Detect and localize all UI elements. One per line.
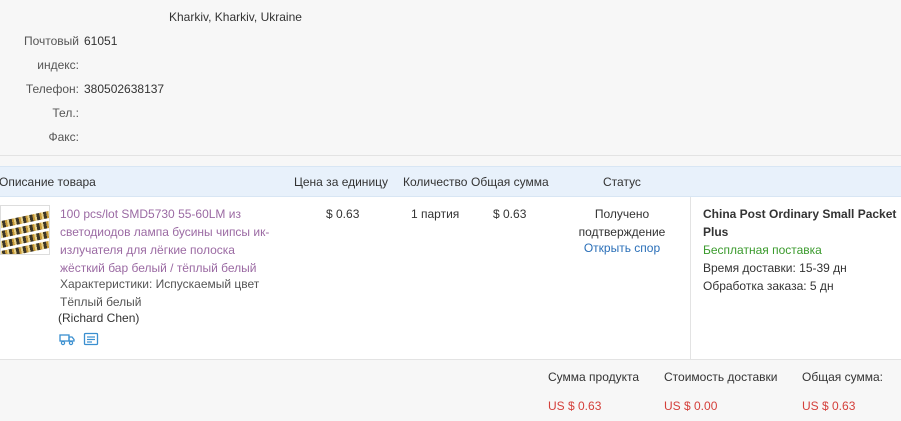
unit-price-value: $ 0.63 xyxy=(326,207,360,221)
product-title-line: 100 pcs/lot SMD5730 55-60LM из xyxy=(60,207,241,221)
grand-total-value: US $ 0.63 xyxy=(802,399,856,413)
open-dispute-link[interactable]: Открыть спор xyxy=(567,241,677,255)
phone-label: Телефон: xyxy=(25,82,79,96)
quantity-value: 1 партия xyxy=(411,207,460,221)
product-sum-value: US $ 0.63 xyxy=(548,399,602,413)
shipping-address-block: Kharkiv, Kharkiv, Ukraine Почтовый 61051… xyxy=(0,0,901,155)
phone-value: 380502638137 xyxy=(84,82,165,96)
total-value: $ 0.63 xyxy=(493,207,527,221)
order-status: Получено подтверждение xyxy=(567,205,677,241)
header-quantity: Количество xyxy=(403,175,468,189)
shipping-info: China Post Ordinary Small Packet Plus Бе… xyxy=(703,205,899,295)
seller-name: (Richard Chen) xyxy=(58,311,140,325)
order-status-line: Получено xyxy=(594,207,650,221)
shipping-cost-value: US $ 0.00 xyxy=(664,399,718,413)
column-divider xyxy=(690,197,691,360)
header-description: Описание товара xyxy=(0,175,96,189)
section-divider xyxy=(0,155,901,156)
product-properties-line: Тёплый белый xyxy=(60,295,142,309)
tel-label: Тел.: xyxy=(52,106,79,120)
order-totals: Сумма продукта US $ 0.63 Стоимость доста… xyxy=(0,361,901,421)
address-city-line: Kharkiv, Kharkiv, Ukraine xyxy=(169,10,302,24)
header-unit-price: Цена за единицу xyxy=(294,175,389,189)
postal-code-value: 61051 xyxy=(84,34,118,48)
product-title-line: светодиодов лампа бусины чипсы ик- xyxy=(60,225,270,239)
grand-total-label: Общая сумма: xyxy=(802,370,883,384)
product-title-link[interactable]: 100 pcs/lot SMD5730 55-60LM из светодиод… xyxy=(60,205,282,277)
order-status-line: подтверждение xyxy=(578,225,666,239)
postal-code-label-line1: Почтовый xyxy=(23,34,79,48)
order-item-row: 100 pcs/lot SMD5730 55-60LM из светодиод… xyxy=(0,197,901,360)
product-thumbnail[interactable] xyxy=(0,205,50,255)
product-sum-label: Сумма продукта xyxy=(548,370,640,384)
processing-time: Обработка заказа: 5 дн xyxy=(703,279,834,293)
product-properties: Характеристики: Испускаемый цвет Тёплый … xyxy=(60,275,282,311)
shipping-method-line: China Post Ordinary Small Packet xyxy=(703,207,897,221)
delivery-truck-icon[interactable] xyxy=(59,332,75,346)
product-title-line: излучателя для лёгкие полоска xyxy=(60,243,235,257)
free-shipping-label: Бесплатная поставка xyxy=(703,243,822,257)
order-table-header: Описание товара Цена за единицу Количест… xyxy=(0,166,901,197)
order-snapshot-icon[interactable] xyxy=(83,332,99,346)
postal-code-label-line2: индекс: xyxy=(37,58,79,72)
product-properties-line: Характеристики: Испускаемый цвет xyxy=(60,277,260,291)
header-status: Статус xyxy=(603,175,641,189)
shipping-cost-label: Стоимость доставки xyxy=(664,370,778,384)
header-total: Общая сумма xyxy=(471,175,549,189)
shipping-method-line: Plus xyxy=(703,225,729,239)
delivery-time: Время доставки: 15-39 дн xyxy=(703,261,847,275)
fax-label: Факс: xyxy=(48,130,79,144)
